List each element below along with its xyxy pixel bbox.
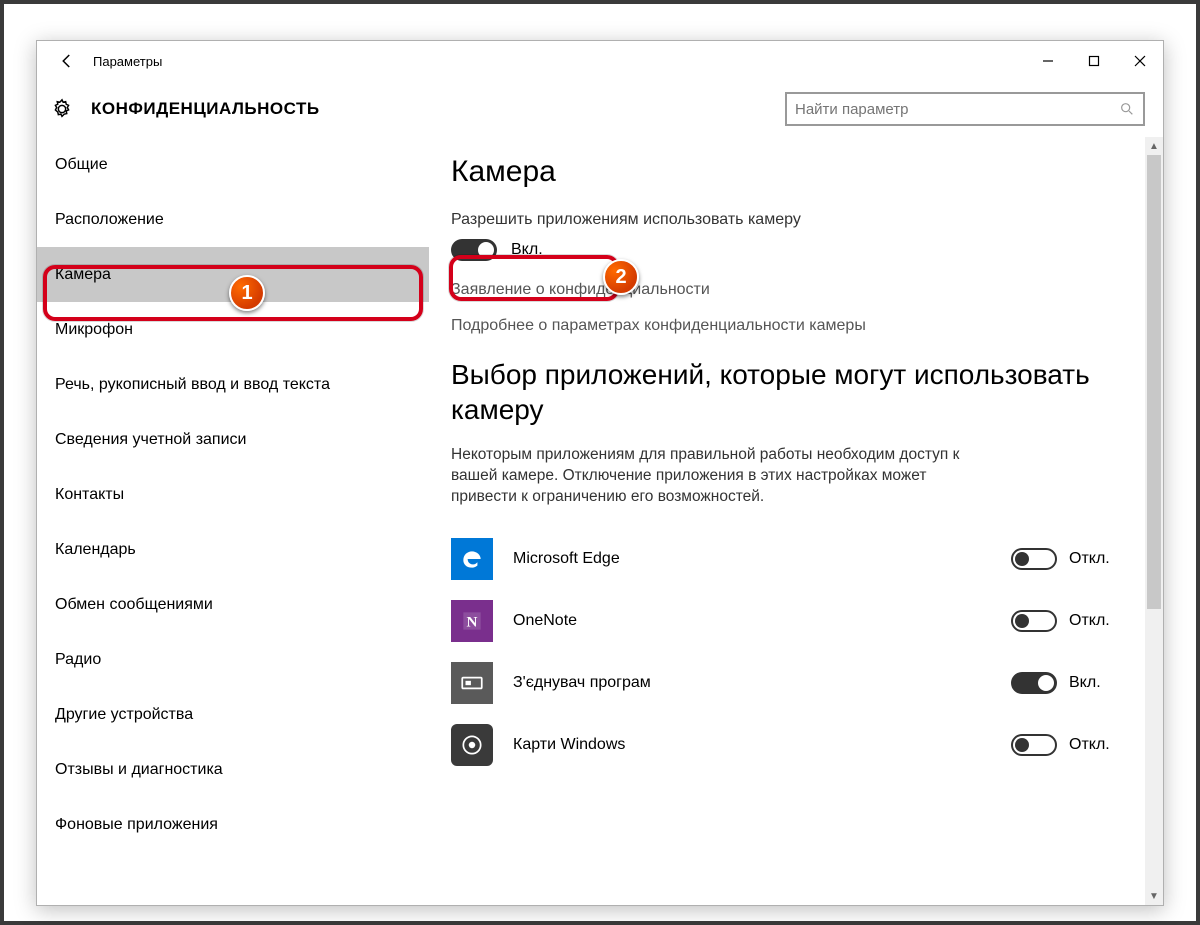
sidebar-item-speech[interactable]: Речь, рукописный ввод и ввод текста: [37, 357, 429, 412]
minimize-icon: [1042, 55, 1054, 67]
sidebar-item-radio[interactable]: Радио: [37, 632, 429, 687]
maximize-icon: [1088, 55, 1100, 67]
vertical-scrollbar[interactable]: ▲ ▼: [1145, 137, 1163, 905]
sidebar-item-location[interactable]: Расположение: [37, 192, 429, 247]
app-toggle-connector[interactable]: [1011, 672, 1057, 694]
connector-icon: [451, 662, 493, 704]
sidebar-item-other-devices[interactable]: Другие устройства: [37, 687, 429, 742]
settings-window: Параметры КОНФИДЕНЦИАЛЬНОСТЬ: [36, 40, 1164, 906]
search-box[interactable]: [785, 92, 1145, 126]
scroll-up-arrow[interactable]: ▲: [1145, 137, 1163, 155]
app-toggle-onenote[interactable]: [1011, 610, 1057, 632]
sidebar-item-general[interactable]: Общие: [37, 137, 429, 192]
sidebar-item-label: Микрофон: [55, 321, 133, 339]
app-row-maps: Карти Windows Откл.: [451, 714, 1141, 776]
edge-icon: [451, 538, 493, 580]
sidebar-item-calendar[interactable]: Календарь: [37, 522, 429, 577]
maps-icon: [451, 724, 493, 766]
sidebar-item-label: Расположение: [55, 211, 164, 229]
content-pane: Камера Разрешить приложениям использоват…: [429, 137, 1163, 905]
app-state: Откл.: [1069, 550, 1110, 568]
gear-icon: [51, 98, 73, 120]
sidebar-item-camera[interactable]: Камера: [37, 247, 429, 302]
sidebar-item-label: Обмен сообщениями: [55, 596, 213, 614]
body: Общие Расположение Камера Микрофон Речь,…: [37, 137, 1163, 905]
sidebar-item-label: Фоновые приложения: [55, 816, 218, 834]
apps-section-heading: Выбор приложений, которые могут использо…: [451, 357, 1141, 427]
maximize-button[interactable]: [1071, 41, 1117, 81]
app-name: Карти Windows: [513, 736, 625, 754]
privacy-statement-link[interactable]: Заявление о конфиденциальности: [451, 281, 1141, 299]
sidebar-item-label: Камера: [55, 266, 111, 284]
sidebar-item-background-apps[interactable]: Фоновые приложения: [37, 797, 429, 852]
content-heading: Камера: [451, 155, 1141, 189]
onenote-icon: N: [451, 600, 493, 642]
search-input[interactable]: [795, 101, 1119, 118]
allow-apps-toggle[interactable]: [451, 239, 497, 261]
sidebar-item-contacts[interactable]: Контакты: [37, 467, 429, 522]
sidebar-item-label: Отзывы и диагностика: [55, 761, 223, 779]
minimize-button[interactable]: [1025, 41, 1071, 81]
app-row-connector: З'єднувач програм Вкл.: [451, 652, 1141, 714]
titlebar: Параметры: [37, 41, 1163, 81]
sidebar-item-feedback[interactable]: Отзывы и диагностика: [37, 742, 429, 797]
app-toggle-maps[interactable]: [1011, 734, 1057, 756]
arrow-left-icon: [58, 52, 76, 70]
header-row: КОНФИДЕНЦИАЛЬНОСТЬ: [37, 81, 1163, 137]
sidebar-item-label: Календарь: [55, 541, 136, 559]
back-button[interactable]: [45, 41, 89, 81]
app-name: З'єднувач програм: [513, 674, 651, 692]
app-name: Microsoft Edge: [513, 550, 620, 568]
scroll-track[interactable]: [1145, 155, 1163, 887]
svg-text:N: N: [467, 613, 478, 630]
more-info-link[interactable]: Подробнее о параметрах конфиденциальност…: [451, 317, 1141, 335]
sidebar-item-label: Общие: [55, 156, 108, 174]
search-icon: [1119, 101, 1135, 117]
app-state: Вкл.: [1069, 674, 1101, 692]
close-button[interactable]: [1117, 41, 1163, 81]
sidebar-item-label: Сведения учетной записи: [55, 431, 246, 449]
allow-apps-state: Вкл.: [511, 241, 543, 259]
sidebar-item-label: Радио: [55, 651, 101, 669]
close-icon: [1134, 55, 1146, 67]
app-state: Откл.: [1069, 736, 1110, 754]
sidebar-item-messaging[interactable]: Обмен сообщениями: [37, 577, 429, 632]
sidebar-item-label: Речь, рукописный ввод и ввод текста: [55, 376, 330, 394]
app-name: OneNote: [513, 612, 577, 630]
scroll-thumb[interactable]: [1147, 155, 1161, 609]
sidebar-item-account[interactable]: Сведения учетной записи: [37, 412, 429, 467]
app-state: Откл.: [1069, 612, 1110, 630]
app-row-onenote: N OneNote Откл.: [451, 590, 1141, 652]
window-controls: [1025, 41, 1163, 81]
scroll-down-arrow[interactable]: ▼: [1145, 887, 1163, 905]
sidebar-item-microphone[interactable]: Микрофон: [37, 302, 429, 357]
page-title: КОНФИДЕНЦИАЛЬНОСТЬ: [91, 99, 320, 119]
sidebar-item-label: Контакты: [55, 486, 124, 504]
app-toggle-edge[interactable]: [1011, 548, 1057, 570]
app-row-edge: Microsoft Edge Откл.: [451, 528, 1141, 590]
sidebar-item-label: Другие устройства: [55, 706, 193, 724]
apps-section-desc: Некоторым приложениям для правильной раб…: [451, 445, 971, 508]
allow-apps-label: Разрешить приложениям использовать камер…: [451, 211, 1141, 229]
window-title: Параметры: [93, 54, 162, 69]
sidebar: Общие Расположение Камера Микрофон Речь,…: [37, 137, 429, 905]
